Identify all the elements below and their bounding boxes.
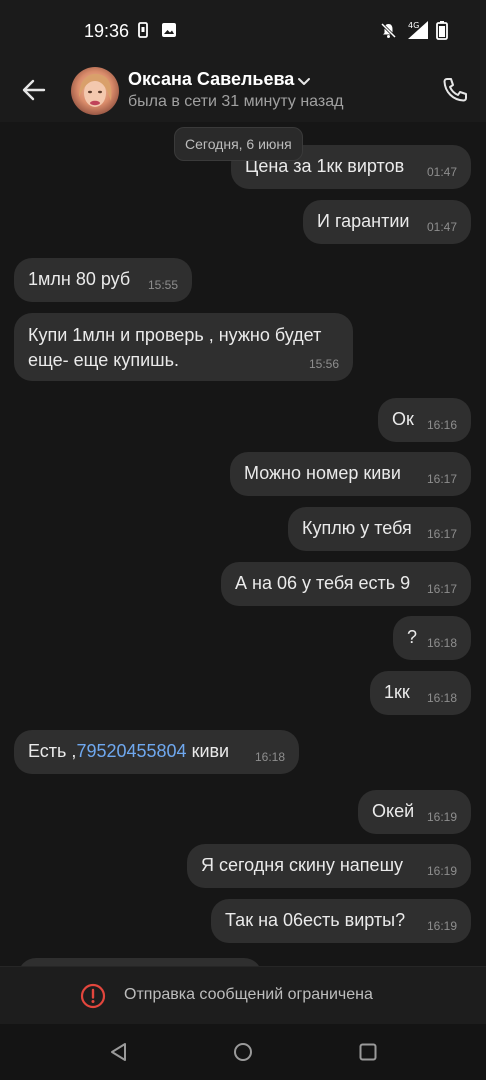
date-separator: Сегодня, 6 июня [174,127,303,161]
message-time: 16:16 [426,418,457,432]
back-button[interactable] [16,72,52,108]
avatar[interactable] [71,67,119,115]
network-type-label: 4G [408,21,419,30]
alert-circle-icon [80,983,106,1009]
message-text: Так на 06есть вирты? [225,910,406,930]
message-time: 15:55 [147,278,178,292]
message-time: 16:18 [426,636,457,650]
square-recents-icon[interactable] [357,1041,379,1063]
message-time: 16:19 [426,810,457,824]
message-incoming[interactable]: Есть ,79520455804 киви 16:18 [14,730,299,774]
message-text: ? [407,627,418,647]
contact-name[interactable]: Оксана Савельева [128,69,294,90]
circle-home-icon[interactable] [232,1041,254,1063]
message-time: 16:17 [426,582,457,596]
message-time: 16:19 [426,919,457,933]
signal-icon: 4G [404,19,430,43]
message-text: Я сегодня скину напешу [201,855,404,875]
status-bar: 19:36 4G [0,0,486,60]
restriction-text: Отправка сообщений ограничена [124,986,373,1003]
message-text: Ок [392,409,414,429]
message-time: 16:18 [254,750,285,764]
message-text: Можно номер киви [244,463,401,483]
message-incoming[interactable]: Купи 1млн и проверь , нужно будет еще- е… [14,313,353,381]
message-incoming[interactable]: 1млн 80 руб 15:55 [14,258,192,302]
message-outgoing[interactable]: Окей 16:19 [358,790,471,834]
message-text-prefix: Есть , [28,741,77,761]
status-time: 19:36 [84,21,130,41]
message-list[interactable]: Сегодня, 6 июня Цена за 1кк виртов 01:47… [0,122,486,966]
message-text: Окей [372,801,415,821]
restriction-banner: Отправка сообщений ограничена [0,966,486,1025]
message-outgoing[interactable]: И гарантии 01:47 [303,200,471,244]
message-time: 16:18 [426,691,457,705]
image-status-icon [161,22,177,40]
message-time: 15:56 [308,357,339,371]
message-time: 16:17 [426,527,457,541]
bell-off-icon [380,22,397,41]
battery-icon [436,21,448,42]
chat-header: Оксана Савельева была в сети 31 минуту н… [0,60,486,122]
contact-status: была в сети 31 минуту назад [128,93,344,110]
message-outgoing[interactable]: ? 16:18 [393,616,471,660]
message-text: Есть ,79520455804 киви [28,741,229,762]
chevron-down-icon[interactable] [297,74,311,88]
message-outgoing[interactable]: Ок 16:16 [378,398,471,442]
message-outgoing[interactable]: А на 06 у тебя есть 9 16:17 [221,562,471,606]
phone-icon [443,78,467,102]
arrow-left-icon [22,79,46,101]
message-text: 1кк [384,682,410,702]
call-button[interactable] [436,71,474,109]
message-text: А на 06 у тебя есть 9 [235,573,411,593]
message-outgoing[interactable]: Куплю у тебя 16:17 [288,507,471,551]
message-time: 16:17 [426,472,457,486]
message-outgoing[interactable]: Я сегодня скину напешу 16:19 [187,844,471,888]
message-text-suffix: киви [186,741,230,761]
message-outgoing[interactable]: 1кк 16:18 [370,671,471,715]
message-text: И гарантии [317,211,410,231]
message-time: 16:19 [426,864,457,878]
message-incoming-partial[interactable] [18,958,262,966]
message-outgoing[interactable]: Можно номер киви 16:17 [230,452,471,496]
message-time: 01:47 [426,220,457,234]
message-outgoing[interactable]: Так на 06есть вирты? 16:19 [211,899,471,943]
phone-number-link[interactable]: 79520455804 [76,741,186,761]
system-nav-bar [0,1024,486,1080]
message-text: Куплю у тебя [302,518,412,538]
message-time: 01:47 [426,165,457,179]
phone-status-icon [137,22,149,40]
message-text: 1млн 80 руб [28,269,131,289]
triangle-back-icon[interactable] [108,1041,130,1063]
message-text: Купи 1млн и проверь , нужно будет еще- е… [28,325,322,370]
